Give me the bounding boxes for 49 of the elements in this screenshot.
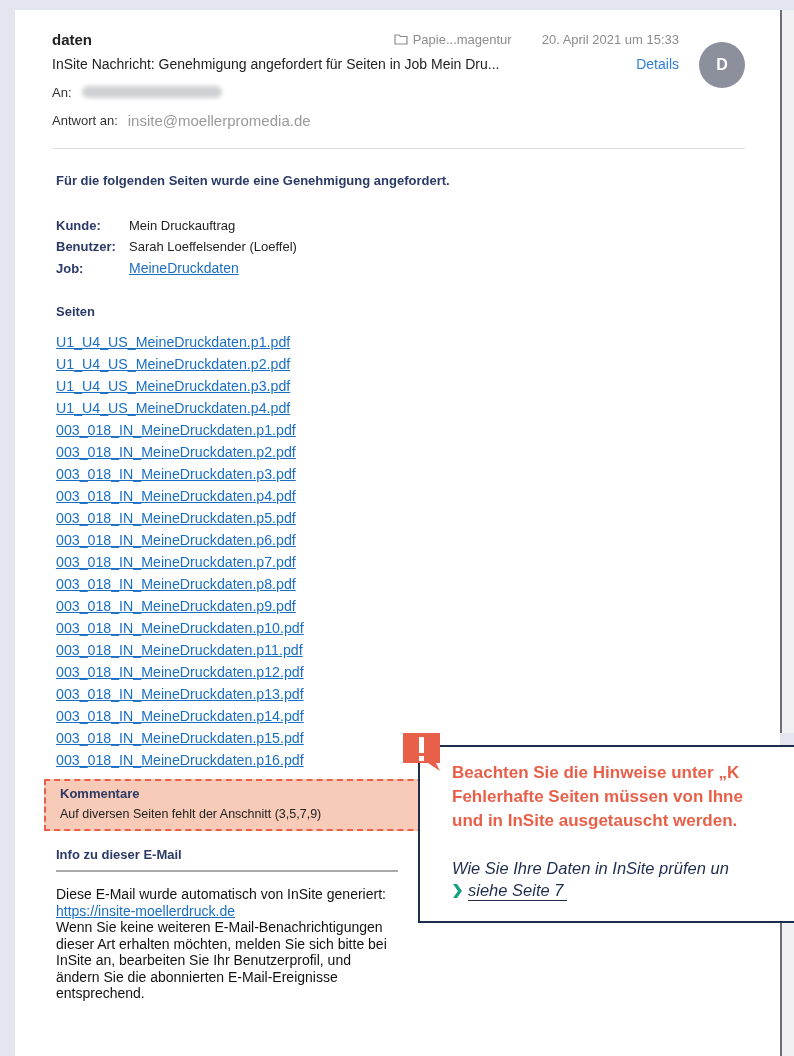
- sender-avatar: D: [699, 42, 745, 88]
- reply-to-label: Antwort an:: [52, 112, 118, 128]
- page-file-link[interactable]: 003_018_IN_MeineDruckdaten.p15.pdf: [56, 727, 304, 749]
- folder-name: Papie...magentur: [412, 31, 512, 47]
- folder-icon: [393, 33, 408, 45]
- comment-text: Auf diversen Seiten fehlt der Anschnitt (3,5,7,9): [60, 807, 323, 821]
- email-subject: InSite Nachricht: Genehmigung angefordert für Seiten in Job Mein Dru...: [52, 56, 501, 72]
- chevron-icon: [452, 883, 462, 899]
- page-file-link[interactable]: 003_018_IN_MeineDruckdaten.p14.pdf: [56, 705, 304, 727]
- page-file-link[interactable]: 003_018_IN_MeineDruckdaten.p2.pdf: [56, 441, 296, 463]
- job-link[interactable]: MeineDruckdaten: [129, 260, 297, 276]
- page-file-link[interactable]: 003_018_IN_MeineDruckdaten.p3.pdf: [56, 463, 296, 485]
- comments-title: Kommentare: [60, 786, 141, 801]
- reply-to-address: insite@moellerpromedia.de: [127, 111, 311, 129]
- field-value: Mein Druckauftrag: [129, 218, 237, 233]
- page-file-link[interactable]: 003_018_IN_MeineDruckdaten.p16.pdf: [56, 749, 304, 771]
- page-file-link[interactable]: 003_018_IN_MeineDruckdaten.p11.pdf: [56, 639, 303, 661]
- page-file-link[interactable]: 003_018_IN_MeineDruckdaten.p12.pdf: [56, 661, 304, 683]
- page-reference-link[interactable]: siehe Seite 7: [468, 881, 568, 901]
- details-link[interactable]: Details: [636, 56, 679, 72]
- page-file-link[interactable]: U1_U4_US_MeineDruckdaten.p4.pdf: [56, 397, 291, 419]
- field-label: Job:: [56, 261, 85, 276]
- info-paragraph: Diese E-Mail wurde automatisch von InSite generiert: https://insite-moellerdruck.de Wenn Sie keine weiteren E-Mail-Benachrichtigungen dieser Art erhalten möchten, melden Sie sich bitte bei InSite an, bearbeiten Sie Ihr Benutzerprofil, und ändern Sie die abonnierten E-Mail-Ereignisse entsprechend.: [56, 886, 388, 1002]
- page-file-link[interactable]: 003_018_IN_MeineDruckdaten.p6.pdf: [56, 529, 296, 551]
- to-label: An:: [52, 84, 72, 100]
- callout-note: Wie Sie Ihre Daten in InSite prüfen un: [452, 859, 730, 878]
- page-file-link[interactable]: 003_018_IN_MeineDruckdaten.p4.pdf: [56, 485, 296, 507]
- message-heading: Für die folgenden Seiten wurde eine Genehmigung angefordert.: [56, 173, 451, 188]
- page-file-link[interactable]: U1_U4_US_MeineDruckdaten.p1.pdf: [56, 331, 291, 353]
- pages-heading: Seiten: [56, 304, 96, 319]
- field-value: Sarah Loeffelsender (Loeffel): [129, 239, 297, 254]
- page-file-link[interactable]: 003_018_IN_MeineDruckdaten.p5.pdf: [56, 507, 296, 529]
- page-file-link[interactable]: 003_018_IN_MeineDruckdaten.p9.pdf: [56, 595, 296, 617]
- callout-text: Beachten Sie die Hinweise unter „K: [452, 762, 741, 784]
- page-file-link[interactable]: U1_U4_US_MeineDruckdaten.p3.pdf: [56, 375, 291, 397]
- email-date: 20. April 2021 um 15:33: [541, 31, 679, 47]
- website-link[interactable]: https://insite-moellerdruck.de: [56, 902, 235, 919]
- page-file-link[interactable]: 003_018_IN_MeineDruckdaten.p13.pdf: [56, 683, 304, 705]
- page-file-link[interactable]: 003_018_IN_MeineDruckdaten.p7.pdf: [56, 551, 296, 573]
- sender-name: daten: [52, 30, 93, 48]
- callout-text: und in InSite ausgetauscht werden.: [452, 810, 739, 832]
- page-file-link[interactable]: 003_018_IN_MeineDruckdaten.p8.pdf: [56, 573, 296, 595]
- page-file-link[interactable]: 003_018_IN_MeineDruckdaten.p10.pdf: [56, 617, 304, 639]
- page-file-link[interactable]: U1_U4_US_MeineDruckdaten.p2.pdf: [56, 353, 291, 375]
- page-file-link[interactable]: 003_018_IN_MeineDruckdaten.p1.pdf: [56, 419, 296, 441]
- field-label: Kunde:: [56, 218, 102, 233]
- info-heading: Info zu dieser E-Mail: [56, 847, 183, 862]
- callout-text: Fehlerhafte Seiten müssen von Ihne: [452, 786, 744, 808]
- field-label: Benutzer:: [56, 239, 117, 254]
